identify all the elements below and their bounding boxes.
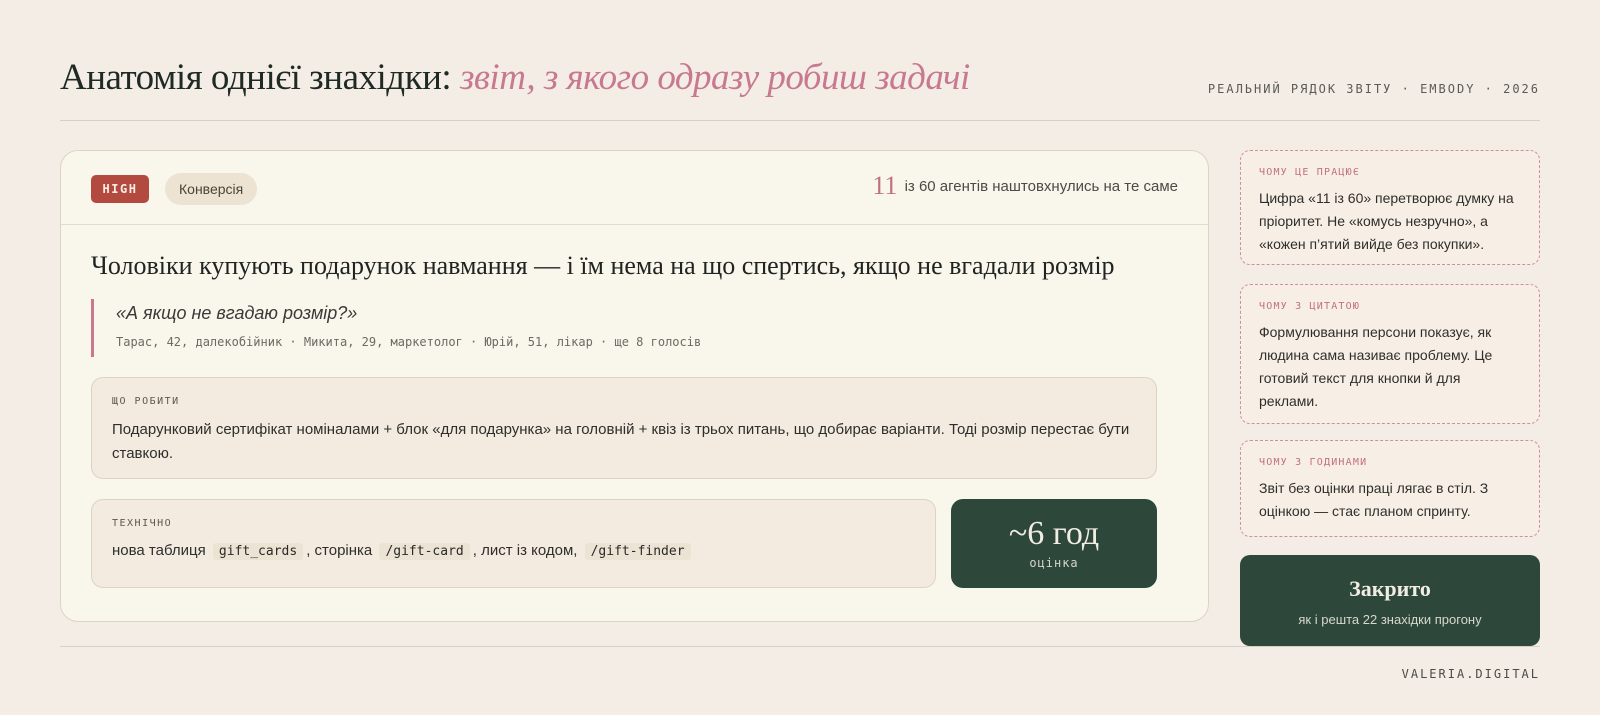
closed-subtitle: як і решта 22 знахідки прогону <box>1298 612 1482 627</box>
quote-authors: Тарас, 42, далекобійник · Микита, 29, ма… <box>116 335 702 349</box>
page-title: Анатомія однієї знахідки: звіт, з якого … <box>60 56 970 99</box>
footer-brand: VALERIA.DIGITAL <box>1401 667 1540 681</box>
persona-quote: «А якщо не вгадаю розмір?» Тарас, 42, да… <box>91 299 791 357</box>
agents-text: із 60 агентів наштовхнулись на те саме <box>904 178 1178 195</box>
note-label: ЧОМУ З ГОДИНАМИ <box>1259 457 1368 468</box>
category-tag: Конверсія <box>165 173 258 205</box>
agents-stat: 11 із 60 агентів наштовхнулись на те сам… <box>872 171 1178 201</box>
note-text: Формулювання персони показує, як людина … <box>1259 324 1493 409</box>
finding-heading: Чоловіки купують подарунок навмання — і … <box>91 251 1115 280</box>
note-text: Звіт без оцінки праці лягає в стіл. З оц… <box>1259 480 1489 519</box>
note-label: ЧОМУ ЦЕ ПРАЦЮЄ <box>1259 167 1361 178</box>
tech-mid2: , лист із кодом, <box>472 542 578 559</box>
estimate-box: ~6 год оцінка <box>951 499 1157 588</box>
tech-box: ТЕХНІЧНО нова таблиця gift_cards, сторін… <box>91 499 936 588</box>
note-label: ЧОМУ З ЦИТАТОЮ <box>1259 301 1361 312</box>
page-header: Анатомія однієї знахідки: звіт, з якого … <box>60 52 1540 121</box>
tech-code-gift-cards: gift_cards <box>212 543 304 560</box>
header-meta: РЕАЛЬНИЙ РЯДОК ЗВІТУ · EMBODY · 2026 <box>1207 82 1540 96</box>
finding-card: HIGH Конверсія 11 із 60 агентів наштовхн… <box>60 150 1209 622</box>
priority-badge: HIGH <box>91 175 149 203</box>
tech-line: нова таблиця gift_cards, сторінка /gift-… <box>112 542 694 560</box>
todo-label: ЩО РОБИТИ <box>112 396 180 407</box>
note-why-hours: ЧОМУ З ГОДИНАМИ Звіт без оцінки праці ля… <box>1240 440 1540 537</box>
tech-mid1: , сторінка <box>306 542 373 559</box>
todo-box: ЩО РОБИТИ Подарунковий сертифікат номіна… <box>91 377 1157 479</box>
quote-text: «А якщо не вгадаю розмір?» <box>116 303 358 323</box>
agents-count: 11 <box>872 171 898 200</box>
footer-divider <box>60 646 1540 647</box>
tech-code-gift-finder: /gift-finder <box>584 543 691 560</box>
note-why-works: ЧОМУ ЦЕ ПРАЦЮЄ Цифра «11 із 60» перетвор… <box>1240 150 1540 265</box>
closed-status: Закрито як і решта 22 знахідки прогону <box>1240 555 1540 646</box>
page-title-main: Анатомія однієї знахідки: <box>60 57 460 98</box>
page-title-accent: звіт, з якого одразу робиш задачі <box>459 57 970 98</box>
tech-code-gift-card: /gift-card <box>379 543 470 560</box>
tech-prefix: нова таблиця <box>112 542 206 559</box>
todo-text: Подарунковий сертифікат номіналами + бло… <box>112 421 1130 462</box>
note-why-quote: ЧОМУ З ЦИТАТОЮ Формулювання персони пока… <box>1240 284 1540 424</box>
closed-title: Закрито <box>1349 576 1431 601</box>
tech-label: ТЕХНІЧНО <box>112 518 173 529</box>
note-text: Цифра «11 із 60» перетворює думку на прі… <box>1259 190 1514 252</box>
estimate-label: оцінка <box>1029 556 1079 570</box>
estimate-value: ~6 год <box>1008 515 1100 552</box>
card-header: HIGH Конверсія 11 із 60 агентів наштовхн… <box>61 151 1208 225</box>
